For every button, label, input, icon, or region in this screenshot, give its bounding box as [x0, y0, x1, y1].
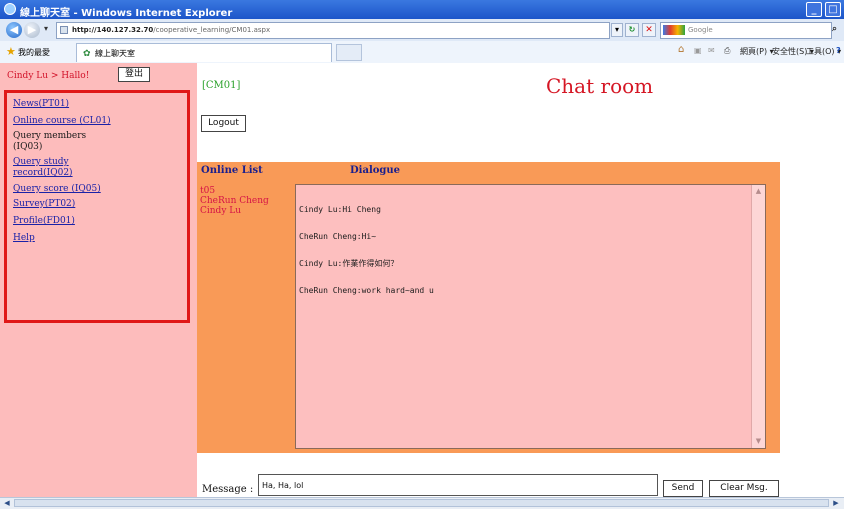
help-icon[interactable]: ? [836, 46, 841, 55]
stop-icon[interactable]: ✕ [642, 23, 656, 37]
scrollbar-thumb[interactable] [14, 499, 829, 507]
sidebar-item-survey[interactable]: Survey(PT02) [13, 199, 113, 210]
feeds-icon[interactable]: ▣ [694, 46, 702, 55]
sidebar-item-online-course[interactable]: Online course (CL01) [13, 116, 113, 127]
sidebar-item-profile[interactable]: Profile(FD01) [13, 216, 113, 227]
dialogue-message: CheRun Cheng:work hard~and u [299, 286, 434, 295]
message-label: Message : [202, 484, 254, 495]
online-user[interactable]: t05 [200, 186, 269, 196]
dialogue-scrollbar[interactable]: ▲ ▼ [751, 185, 765, 448]
sidebar-menu: News(PT01) Online course (CL01) Query me… [13, 99, 113, 244]
address-dropdown-icon[interactable]: ▾ [611, 23, 623, 37]
page-content: Cindy Lu > Hallo! 登出 News(PT01) Online c… [0, 63, 844, 497]
history-dropdown-icon[interactable]: ▾ [44, 24, 48, 33]
print-icon[interactable]: ⎙ [724, 46, 730, 56]
scroll-down-icon[interactable]: ▼ [753, 436, 764, 447]
mail-icon[interactable]: ✉ [708, 46, 715, 55]
dialogue-textarea[interactable]: Cindy Lu:Hi Cheng CheRun Cheng:Hi~ Cindy… [295, 184, 766, 449]
scroll-right-icon[interactable]: ▶ [831, 499, 841, 508]
forward-arrow-icon[interactable]: ▶ [24, 22, 40, 38]
online-list-header: Online List [201, 165, 263, 176]
page-menu[interactable]: 網頁(P) ▾ [740, 46, 774, 57]
dialogue-message: Cindy Lu:Hi Cheng [299, 205, 381, 214]
minimize-button[interactable]: _ [806, 2, 822, 17]
search-input[interactable]: Google [660, 22, 832, 39]
search-icon[interactable]: ⌕ [832, 24, 837, 34]
logout-button[interactable]: Logout [201, 115, 246, 132]
scroll-left-icon[interactable]: ◀ [2, 499, 12, 508]
message-input[interactable] [258, 474, 658, 496]
favorites-label[interactable]: 我的最愛 [18, 47, 50, 58]
url-text: http://140.127.32.70/cooperative_learnin… [72, 26, 271, 34]
dialogue-header: Dialogue [350, 165, 401, 176]
tab-chat-room[interactable]: ✿ 線上聊天室 [76, 43, 332, 62]
sidebar-item-news[interactable]: News(PT01) [13, 99, 113, 110]
sidebar-item-query-members: Query members (IQ03) [13, 131, 87, 152]
user-greeting: Cindy Lu > Hallo! [7, 71, 90, 81]
page-code: [CM01] [202, 80, 241, 91]
sidebar: Cindy Lu > Hallo! 登出 News(PT01) Online c… [0, 63, 197, 497]
dialogue-message: Cindy Lu:作業作得如何？ [299, 259, 399, 268]
home-icon[interactable]: ⌂ [678, 44, 684, 55]
dialogue-message: CheRun Cheng:Hi~ [299, 232, 377, 241]
clear-message-button[interactable]: Clear Msg. [709, 480, 779, 497]
tab-page-icon: ✿ [83, 49, 91, 59]
tab-label: 線上聊天室 [95, 49, 135, 58]
sidebar-logout-button[interactable]: 登出 [118, 67, 150, 82]
sidebar-item-query-study-record[interactable]: Query study record(IQ02) [13, 157, 113, 179]
horizontal-scrollbar[interactable]: ◀ ▶ [0, 497, 844, 509]
window-title-bar: 線上聊天室 - Windows Internet Explorer _ □ [0, 0, 844, 19]
online-user[interactable]: Cindy Lu [200, 206, 269, 216]
ie-logo-icon [4, 3, 16, 15]
refresh-icon[interactable]: ↻ [625, 23, 639, 37]
google-logo-icon [663, 25, 685, 35]
address-bar-row: ◀ ▶ ▾ http://140.127.32.70/cooperative_l… [0, 19, 844, 42]
page-icon [60, 26, 68, 34]
back-arrow-icon[interactable]: ◀ [6, 22, 22, 38]
dialogue-messages: Cindy Lu:Hi Cheng CheRun Cheng:Hi~ Cindy… [299, 187, 434, 313]
scroll-up-icon[interactable]: ▲ [753, 186, 764, 197]
send-button[interactable]: Send [663, 480, 703, 497]
favorites-star-icon[interactable]: ★ [6, 45, 16, 58]
favorites-bar: ★ 我的最愛 ✿ 線上聊天室 ⌂ ▣ ✉ ⎙ 網頁(P) ▾ 安全性(S) ▾ … [0, 41, 844, 64]
sidebar-item-help[interactable]: Help [13, 233, 113, 244]
window-title: 線上聊天室 - Windows Internet Explorer [20, 8, 233, 19]
page-title: Chat room [546, 74, 654, 98]
new-tab-button[interactable] [336, 44, 362, 61]
menu-highlight-box: News(PT01) Online course (CL01) Query me… [4, 90, 190, 323]
address-input[interactable]: http://140.127.32.70/cooperative_learnin… [56, 22, 610, 39]
online-user[interactable]: CheRun Cheng [200, 196, 269, 206]
sidebar-item-query-score[interactable]: Query score (IQ05) [13, 184, 113, 195]
chat-panel: Online List Dialogue t05 CheRun Cheng Ci… [197, 162, 780, 453]
online-user-list: t05 CheRun Cheng Cindy Lu [200, 186, 269, 216]
maximize-button[interactable]: □ [825, 2, 841, 17]
